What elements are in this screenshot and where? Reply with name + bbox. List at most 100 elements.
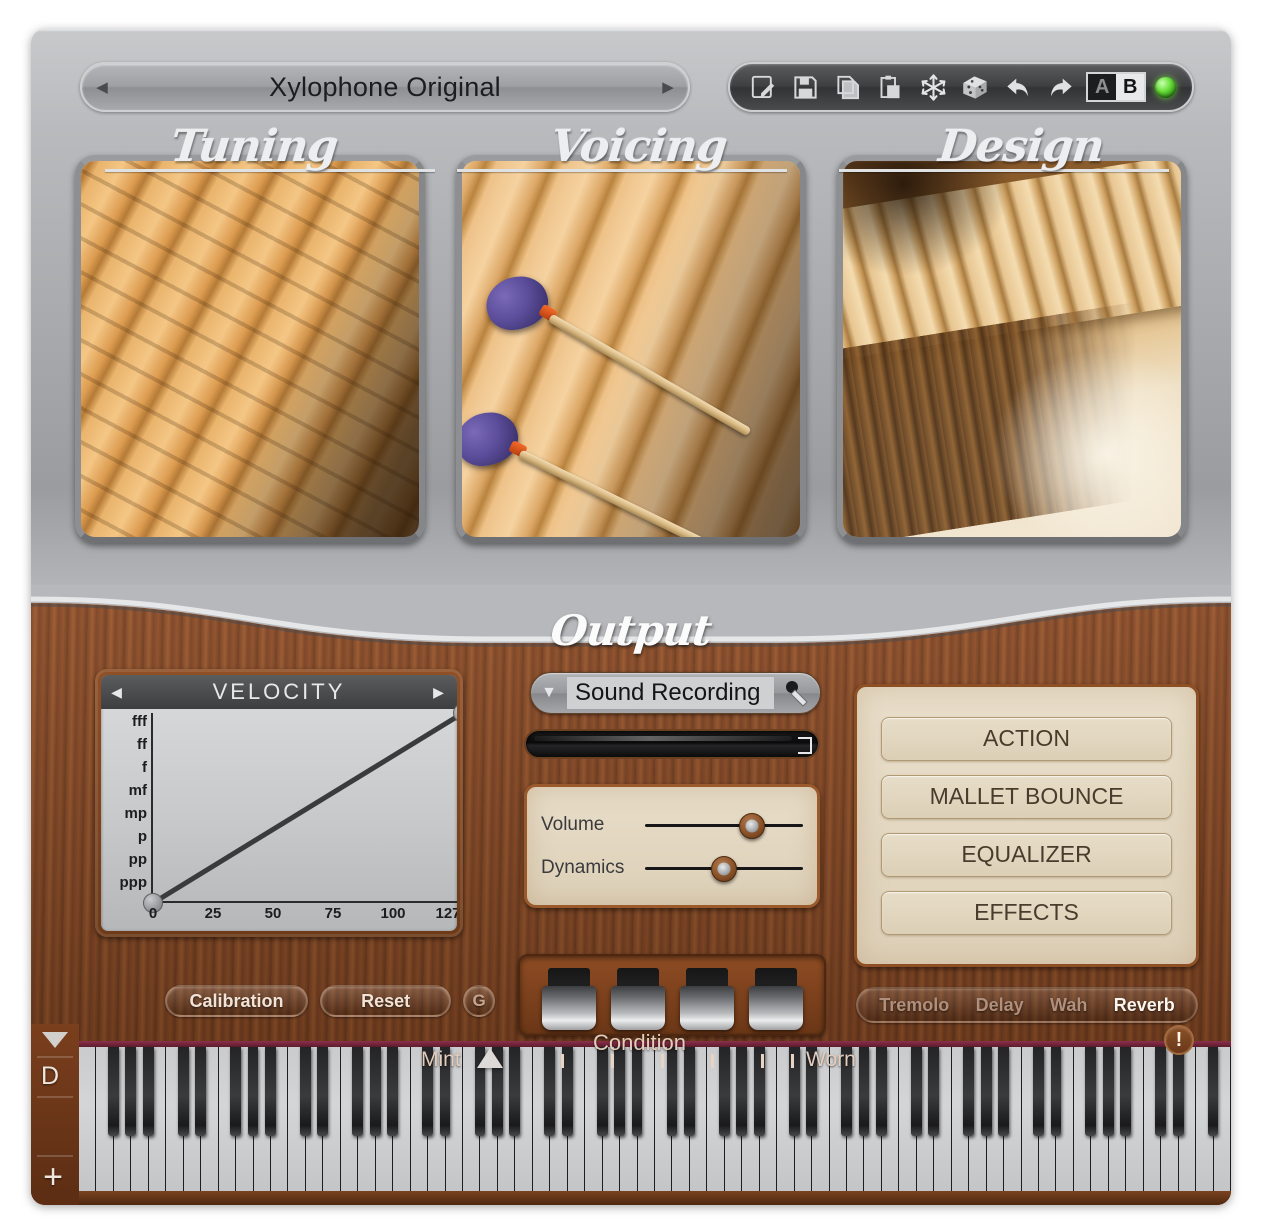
info-alert-button[interactable]: !	[1164, 1025, 1194, 1055]
design-photo	[843, 161, 1181, 537]
tuning-photo	[81, 161, 419, 537]
velocity-y-axis: fff ff f mf mp p pp ppp	[105, 713, 148, 891]
effects-tab-bar: Tremolo Delay Wah Reverb	[856, 987, 1198, 1023]
xtick: 127	[435, 905, 457, 922]
save-icon[interactable]	[789, 71, 823, 103]
randomize-dice-icon[interactable]	[959, 71, 993, 103]
dynamics-label: Dynamics	[541, 856, 625, 878]
top-panel: ◀ Xylophone Original ▶ A B Tuning Voicin…	[31, 29, 1231, 589]
condition-slider[interactable]: Mint Condition Worn	[31, 1030, 1231, 1074]
toolbar: A B	[728, 62, 1194, 112]
condition-marker[interactable]	[477, 1048, 504, 1068]
copy-icon[interactable]	[831, 71, 865, 103]
velocity-panel: ◀ VELOCITY ▶ fff ff f mf mp p pp ppp 0 2…	[95, 669, 463, 937]
ytick: fff	[132, 713, 147, 730]
velocity-graph[interactable]: fff ff f mf mp p pp ppp 0 25 50 75 100 1…	[101, 703, 457, 931]
velocity-title: VELOCITY	[212, 679, 346, 704]
ytick: f	[142, 759, 147, 776]
mallet-bounce-button[interactable]: MALLET BOUNCE	[881, 774, 1172, 819]
volume-track[interactable]	[645, 823, 803, 827]
calibration-button[interactable]: Calibration	[165, 985, 309, 1017]
pedal-3[interactable]	[679, 968, 734, 1030]
pedal-1[interactable]	[541, 968, 596, 1030]
add-layer-button[interactable]: +	[39, 1160, 67, 1194]
action-button[interactable]: ACTION	[881, 716, 1172, 761]
meter-clip-indicator	[798, 737, 812, 754]
ab-compare-toggle[interactable]: A B	[1086, 72, 1147, 102]
xtick: 25	[204, 905, 222, 922]
mic-preset-dropdown[interactable]: ▼ Sound Recording	[530, 672, 821, 714]
condition-tick	[711, 1054, 714, 1068]
fx-tab-wah[interactable]: Wah	[1050, 995, 1087, 1016]
undo-icon[interactable]	[1001, 71, 1035, 103]
module-button-panel: ACTION MALLET BOUNCE EQUALIZER EFFECTS	[854, 684, 1199, 967]
preset-prev-arrow[interactable]: ◀	[82, 80, 122, 95]
xtick: 75	[324, 905, 342, 922]
xtick: 100	[380, 905, 406, 922]
effects-button[interactable]: EFFECTS	[881, 890, 1172, 935]
chevron-down-icon[interactable]: ▼	[531, 684, 567, 702]
condition-max-label: Worn	[806, 1048, 856, 1071]
velocity-plot	[143, 703, 457, 913]
input-level-meter	[524, 729, 820, 759]
velocity-next-arrow[interactable]: ▶	[423, 684, 457, 701]
ytick: ppp	[119, 874, 148, 891]
xtick: 50	[264, 905, 282, 922]
ytick: mf	[128, 782, 147, 799]
meter-highlight	[534, 736, 792, 741]
fx-tab-delay[interactable]: Delay	[976, 995, 1024, 1016]
status-led	[1154, 76, 1176, 98]
preset-next-arrow[interactable]: ▶	[648, 80, 688, 95]
velocity-prev-arrow[interactable]: ◀	[101, 684, 135, 701]
reset-button[interactable]: Reset	[320, 985, 452, 1017]
ytick: p	[137, 828, 147, 845]
microphone-icon	[774, 678, 820, 708]
module-label-design: Design	[936, 121, 1107, 172]
module-label-tuning: Tuning	[168, 121, 340, 172]
volume-knob[interactable]	[739, 812, 766, 839]
paste-icon[interactable]	[874, 71, 908, 103]
output-slider-panel: Volume Dynamics	[524, 784, 820, 908]
module-panel-tuning[interactable]	[75, 155, 425, 543]
collapse-arrow-icon[interactable]	[42, 1032, 68, 1048]
slider-row-dynamics: Dynamics	[541, 851, 803, 885]
output-title: Output	[548, 606, 714, 655]
ab-slot-b[interactable]: B	[1116, 74, 1145, 100]
volume-label: Volume	[541, 813, 605, 835]
pedal-4[interactable]	[748, 968, 803, 1030]
edit-preset-icon[interactable]	[746, 71, 780, 103]
pedal-2[interactable]	[610, 968, 665, 1030]
ytick: pp	[128, 851, 147, 868]
channel-label: D	[41, 1062, 60, 1090]
ab-slot-a[interactable]: A	[1088, 74, 1117, 100]
fx-tab-reverb[interactable]: Reverb	[1114, 995, 1175, 1016]
preset-selector[interactable]: ◀ Xylophone Original ▶	[80, 62, 690, 112]
keyboard-base	[79, 1191, 1231, 1205]
voicing-photo	[462, 161, 800, 537]
slider-row-volume: Volume	[541, 808, 803, 842]
mallet-lower	[462, 404, 747, 537]
preset-name: Xylophone Original	[269, 71, 501, 102]
xtick: 0	[148, 905, 158, 922]
condition-tick	[611, 1054, 614, 1068]
condition-tick	[791, 1054, 794, 1068]
ytick: mp	[124, 805, 148, 822]
module-panel-design[interactable]	[837, 155, 1187, 543]
redo-icon[interactable]	[1044, 71, 1078, 103]
velocity-curve	[153, 713, 457, 903]
gain-button[interactable]: G	[463, 985, 495, 1017]
condition-title: Condition	[593, 1030, 686, 1055]
velocity-button-row: Calibration Reset G	[165, 984, 495, 1018]
condition-tick	[661, 1054, 664, 1068]
plugin-window: ◀ Xylophone Original ▶ A B Tuning Voicin…	[31, 29, 1231, 1205]
module-panel-voicing[interactable]	[456, 155, 806, 543]
velocity-header: ◀ VELOCITY ▶	[101, 675, 457, 709]
dynamics-knob[interactable]	[711, 855, 737, 882]
module-label-voicing: Voicing	[548, 121, 730, 172]
condition-tick	[561, 1054, 564, 1068]
mallet-upper	[479, 268, 752, 437]
condition-min-label: Mint	[421, 1048, 461, 1071]
fx-tab-tremolo[interactable]: Tremolo	[879, 995, 949, 1016]
equalizer-button[interactable]: EQUALIZER	[881, 832, 1172, 877]
freeze-snowflake-icon[interactable]	[916, 71, 950, 103]
